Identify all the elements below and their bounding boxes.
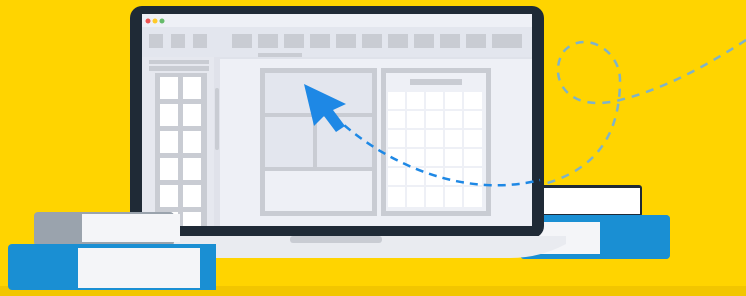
toolbar-buttons-right[interactable]: [232, 34, 522, 48]
window-dot-red[interactable]: [145, 18, 151, 24]
laptop-illustration: [0, 6, 746, 296]
window-dot-yellow[interactable]: [152, 18, 158, 24]
sidebar-scroll-thumb[interactable]: [215, 88, 219, 150]
sidebar-grid[interactable]: [155, 73, 207, 226]
page-table-right[interactable]: [381, 68, 491, 216]
window-dot-green[interactable]: [159, 18, 165, 24]
page-layout-left[interactable]: [260, 68, 377, 216]
illustration-scene: [0, 0, 746, 296]
toolbar-buttons-left[interactable]: [149, 34, 207, 48]
dashed-trail-top: [539, 38, 746, 187]
